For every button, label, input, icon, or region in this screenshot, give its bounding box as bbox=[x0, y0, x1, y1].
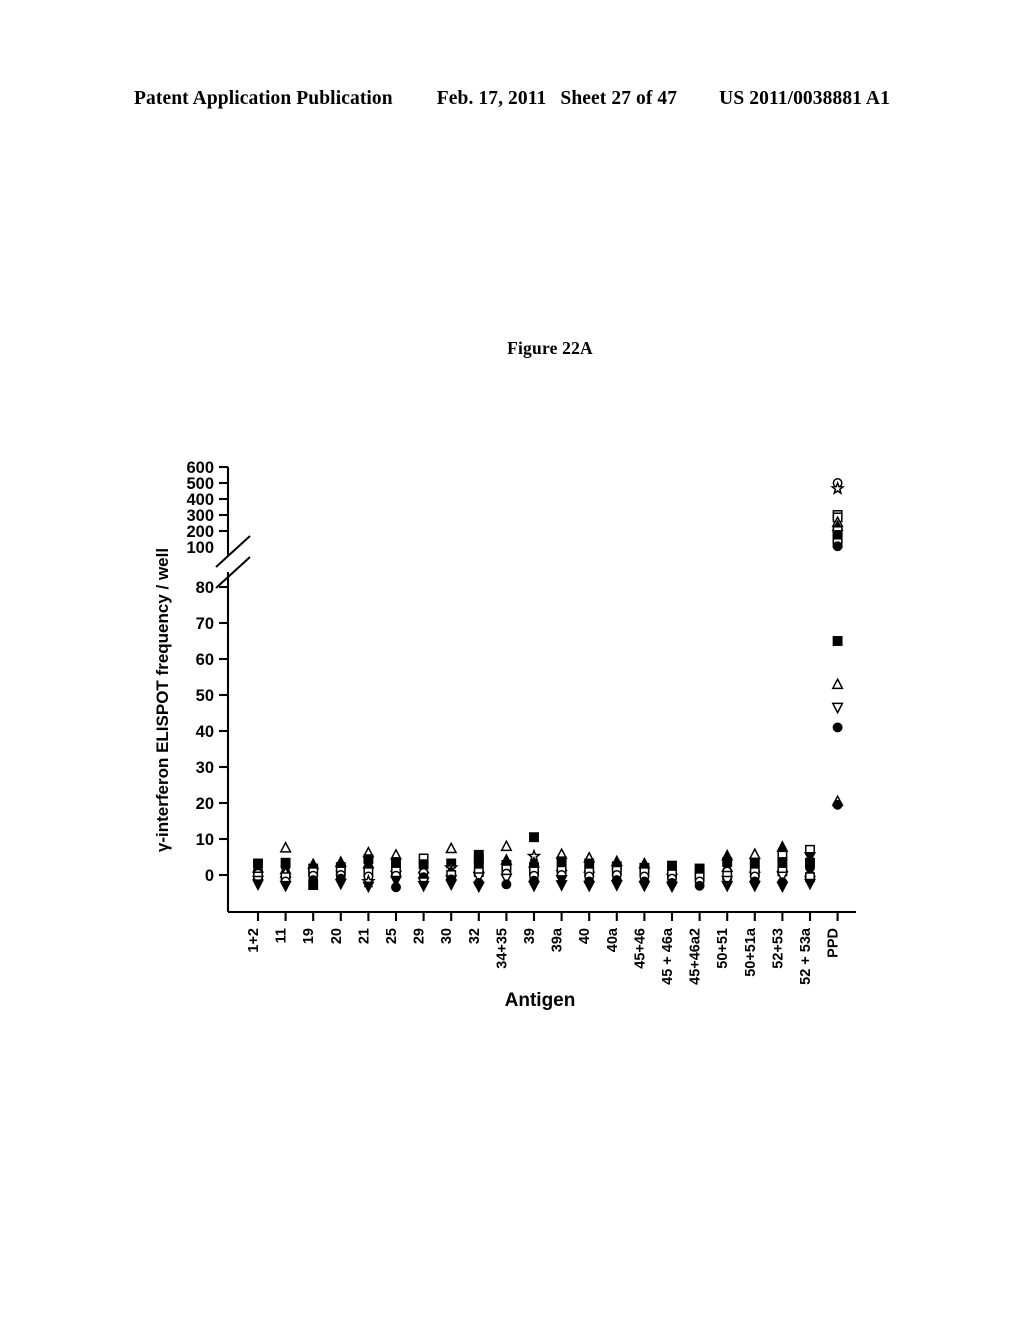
series-cluster bbox=[748, 847, 761, 893]
y-tick-label: 300 bbox=[186, 507, 214, 525]
y-axis-group: 0 10 20 30 40 50 60 70 80 100200300400500600 bbox=[186, 459, 230, 912]
y-tick-label: 50 bbox=[196, 687, 214, 705]
y-tick-label: 100 bbox=[186, 539, 214, 557]
series-cluster bbox=[638, 856, 651, 893]
data-point-open-triangle-up bbox=[748, 847, 761, 860]
y-tick-label: 20 bbox=[196, 795, 214, 813]
x-tick-label: 30 bbox=[439, 928, 455, 944]
data-point-open-triangle-up bbox=[831, 677, 844, 690]
x-tick-label: 25 bbox=[384, 928, 400, 944]
data-point-open-triangle-up bbox=[445, 841, 458, 854]
data-point-filled-triangle-down bbox=[472, 881, 485, 894]
series-cluster bbox=[610, 854, 623, 892]
data-point-filled-triangle-down bbox=[610, 880, 623, 892]
data-point-filled-circle bbox=[501, 879, 512, 890]
data-point-filled-triangle-down bbox=[776, 881, 789, 894]
y-tick-label: 600 bbox=[186, 459, 214, 477]
series-cluster bbox=[389, 848, 403, 893]
data-point-filled-circle bbox=[391, 882, 401, 893]
data-point-open-triangle-down bbox=[831, 702, 844, 715]
series-cluster bbox=[472, 849, 485, 894]
series-cluster bbox=[776, 840, 789, 894]
x-tick-label: 20 bbox=[329, 928, 345, 944]
data-point-filled-triangle-down bbox=[721, 880, 734, 893]
data-point-filled-square bbox=[529, 832, 539, 843]
x-tick-label: 45+46a2 bbox=[688, 928, 704, 985]
data-points-group bbox=[251, 478, 845, 894]
y-tick-label: 400 bbox=[186, 491, 214, 509]
x-tick-label: 45+46 bbox=[632, 928, 648, 969]
series-cluster bbox=[307, 857, 320, 891]
x-tick-label: 39a bbox=[550, 927, 566, 952]
data-point-filled-triangle-down bbox=[555, 880, 568, 892]
series-cluster bbox=[500, 839, 513, 890]
y-tick-label: 200 bbox=[186, 523, 214, 541]
series-cluster bbox=[583, 851, 596, 893]
x-tick-label: 1+2 bbox=[246, 928, 262, 953]
x-tick-label: 40 bbox=[577, 928, 593, 944]
series-cluster bbox=[665, 860, 679, 894]
data-point-filled-triangle-down bbox=[803, 878, 817, 891]
chart-canvas: 01020304050607080100200300400500600 1+2 1… bbox=[153, 459, 856, 1011]
data-point-filled-circle bbox=[832, 722, 843, 733]
x-axis-title: Antigen bbox=[505, 990, 576, 1011]
data-point-filled-triangle-down bbox=[638, 880, 651, 893]
data-point-filled-circle bbox=[694, 880, 705, 891]
data-point-filled-triangle-down bbox=[417, 880, 430, 893]
data-point-filled-circle bbox=[832, 541, 843, 552]
x-tick-label: 29 bbox=[412, 928, 428, 944]
y-tick-label: 80 bbox=[196, 579, 214, 597]
data-point-filled-circle bbox=[832, 799, 843, 810]
x-tick-label: 32 bbox=[467, 928, 483, 944]
y-tick-label: 70 bbox=[196, 615, 214, 633]
data-point-filled-triangle-down bbox=[527, 880, 541, 893]
data-point-filled-square bbox=[832, 636, 843, 646]
data-point-open-triangle-up bbox=[500, 839, 513, 852]
series-cluster bbox=[361, 846, 376, 894]
x-tick-label: 39 bbox=[522, 928, 538, 944]
series-cluster bbox=[803, 844, 817, 891]
y-tick-label: 60 bbox=[196, 651, 214, 669]
y-tick-label: 500 bbox=[186, 475, 214, 493]
y-tick-label: 40 bbox=[196, 723, 214, 741]
x-tick-label: 21 bbox=[356, 928, 372, 944]
series-cluster bbox=[417, 853, 430, 893]
x-tick-label: 11 bbox=[274, 928, 290, 943]
series-cluster bbox=[279, 841, 292, 893]
series-cluster bbox=[830, 478, 845, 810]
series-cluster bbox=[721, 848, 734, 893]
x-tick-label: 52 + 53a bbox=[798, 927, 814, 985]
x-tick-label: PPD bbox=[826, 928, 842, 958]
axis-break-marks bbox=[215, 535, 251, 589]
y-tick-label: 30 bbox=[196, 759, 214, 777]
series-cluster bbox=[526, 832, 542, 893]
data-point-open-triangle-up bbox=[279, 841, 292, 853]
data-point-filled-triangle-down bbox=[445, 879, 458, 891]
x-axis-group: 1+2 11 19 20 21 25 29 30 32 34+35 39 39a 40 40a 45+46 4… bbox=[228, 910, 856, 985]
y-tick-label: 10 bbox=[196, 831, 214, 849]
x-tick-label: 40a bbox=[605, 927, 621, 952]
series-cluster bbox=[443, 841, 459, 891]
data-point-filled-triangle-down bbox=[334, 878, 347, 891]
series-cluster bbox=[334, 855, 347, 891]
x-tick-label: 50+51a bbox=[743, 927, 759, 977]
data-point-filled-triangle-down bbox=[665, 881, 679, 894]
x-tick-label: 34+35 bbox=[494, 928, 510, 969]
series-cluster bbox=[251, 858, 265, 891]
x-tick-label: 50+51 bbox=[715, 928, 731, 969]
x-tick-label: 19 bbox=[301, 928, 317, 944]
series-cluster bbox=[694, 863, 705, 891]
y-tick-label: 0 bbox=[205, 867, 214, 885]
x-tick-label: 45 + 46a bbox=[660, 927, 676, 985]
data-point-filled-triangle-down bbox=[748, 880, 761, 893]
data-point-filled-triangle-up bbox=[776, 840, 789, 852]
scatter-chart: 0 10 20 30 40 50 60 70 80 100 200 300 400 500 600 1+2 1… bbox=[0, 0, 1024, 1320]
data-point-filled-triangle-down bbox=[251, 879, 265, 891]
x-tick-label: 52+53 bbox=[770, 928, 786, 969]
series-cluster bbox=[555, 847, 568, 892]
data-point-filled-square bbox=[308, 880, 319, 891]
data-point-filled-triangle-down bbox=[279, 880, 292, 893]
data-point-filled-triangle-down bbox=[583, 880, 596, 893]
y-axis-title: γ-interferon ELISPOT frequency / well bbox=[153, 548, 172, 852]
